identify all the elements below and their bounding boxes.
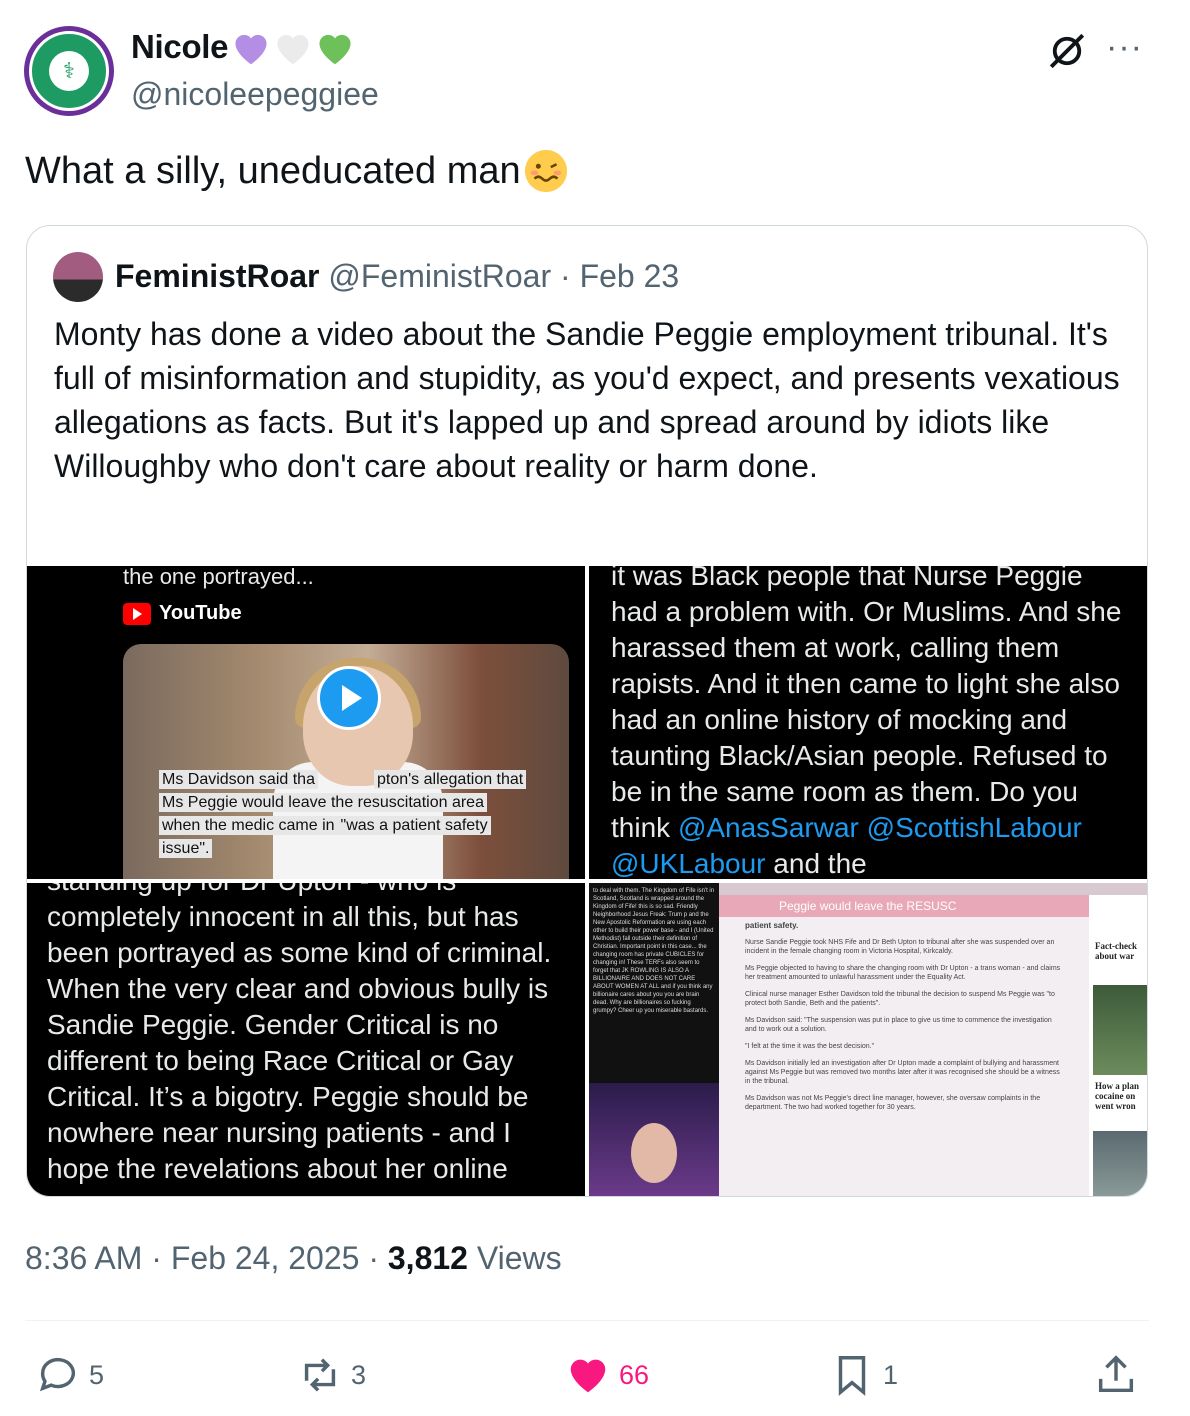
media-grid: the one portrayed... YouTube Ms Davidson… [27, 566, 1147, 1196]
views-count: 3,812 [387, 1240, 468, 1276]
green-heart-icon [319, 34, 351, 65]
tweet-time[interactable]: 8:36 AM [25, 1240, 142, 1276]
caption-line1: Ms Davidson said tha [159, 770, 318, 789]
media-tile-stream-screenshot[interactable]: to deal with them. The Kingdom of Fife i… [589, 883, 1147, 1196]
article-paragraph: Ms Peggie objected to having to share th… [745, 965, 1061, 981]
youtube-source: YouTube [123, 602, 242, 625]
sidebar-image-2 [1093, 1131, 1147, 1196]
quoted-author-avatar[interactable] [53, 252, 103, 302]
article-banner: Peggie would leave the RESUSC [719, 895, 1089, 917]
tweet-timestamp: 8:36 AM · Feb 24, 2025 · 3,812 Views [25, 1240, 562, 1277]
tile2-tail: and the [765, 848, 867, 879]
reply-icon [39, 1357, 76, 1392]
quoted-separator: · [560, 258, 571, 294]
caduceus-icon: ⚕ [49, 51, 89, 91]
article-paragraph: Ms Davidson initially led an investigati… [745, 1060, 1060, 1085]
tweet-body: What a silly, uneducated man [25, 149, 521, 192]
quoted-tweet-header: FeministRoar @FeministRoar · Feb 23 [115, 258, 679, 295]
repost-count: 3 [351, 1359, 367, 1390]
action-bar: 5 3 66 1 [25, 1350, 1149, 1406]
mention-anassarwar: @AnasSarwar [677, 812, 859, 843]
video-caption: Ms Davidson said tha pton's allegation th… [159, 768, 539, 860]
article-paragraph: "I felt at the time it was the best deci… [745, 1043, 875, 1050]
tile2-text: it was Black people that Nurse Peggie ha… [611, 566, 1131, 879]
youtube-icon [123, 602, 151, 625]
quoted-tweet-text: Monty has done a video about the Sandie … [54, 316, 1120, 484]
quoted-date[interactable]: Feb 23 [580, 258, 680, 294]
heart-filled-icon [570, 1359, 606, 1393]
repost-button[interactable]: 3 [297, 1352, 366, 1398]
play-button[interactable] [317, 666, 381, 730]
media-tile-video[interactable]: the one portrayed... YouTube Ms Davidson… [27, 566, 585, 879]
article-paragraphs: Nurse Sandie Peggie took NHS Fife and Dr… [745, 938, 1063, 1112]
browser-tab-strip [719, 883, 1147, 895]
bookmark-button[interactable]: 1 [829, 1352, 898, 1398]
timestamp-separator-2: · [368, 1240, 379, 1276]
tweet-date[interactable]: Feb 24, 2025 [171, 1240, 360, 1276]
media-tile-text-screenshot-1[interactable]: it was Black people that Nurse Peggie ha… [589, 566, 1147, 879]
sidebar-headline-2: How a plan cocaine on went wron [1095, 1081, 1140, 1111]
reply-count: 5 [89, 1359, 105, 1390]
quoted-author-handle[interactable]: @FeministRoar [328, 258, 551, 294]
caption-line2: Ms Peggie would leave the resuscitation … [159, 793, 487, 812]
repost-icon [304, 1358, 336, 1392]
author-display-name[interactable]: Nicole [131, 28, 356, 66]
streamer-face [631, 1123, 677, 1183]
author-name: Nicole [131, 28, 229, 65]
name-emojis [230, 28, 356, 66]
article-paragraph: Ms Davidson was not Ms Peggie's direct l… [745, 1095, 1041, 1111]
article-paragraph: Ms Davidson said: "The suspension was pu… [745, 1017, 1052, 1033]
article-paragraph: Clinical nurse manager Esther Davidson t… [745, 991, 1055, 1007]
caption-line1b: pton's allegation that [373, 770, 527, 789]
avatar-badge: ⚕ [29, 31, 109, 111]
author-handle[interactable]: @nicoleepeggiee [131, 76, 379, 113]
actions-divider [25, 1320, 1149, 1321]
share-icon [1098, 1355, 1134, 1393]
caption-line3b: "was a patient safety [337, 816, 491, 835]
more-icon[interactable]: ··· [1106, 28, 1143, 67]
views-label: Views [476, 1240, 562, 1276]
sidebar-image-1 [1093, 985, 1147, 1075]
tile3-text: standing up for Dr Upton - who is comple… [47, 883, 552, 1184]
sidebar-headline-1: Fact-check about war [1095, 941, 1137, 961]
tweet-text: What a silly, uneducated man [25, 148, 569, 194]
author-avatar[interactable]: ⚕ [24, 26, 114, 116]
article-heading: patient safety. [745, 921, 799, 930]
youtube-label: YouTube [159, 602, 242, 624]
bookmark-icon [838, 1356, 866, 1396]
share-button[interactable] [1093, 1352, 1147, 1398]
caption-line3: when the medic came in [159, 816, 338, 835]
play-icon [341, 685, 362, 711]
like-count: 66 [619, 1359, 650, 1390]
like-button[interactable]: 66 [565, 1352, 649, 1398]
tile2-body: it was Black people that Nurse Peggie ha… [611, 566, 1122, 843]
timestamp-separator-1: · [151, 1240, 162, 1276]
grok-icon[interactable] [1046, 30, 1088, 72]
white-heart-icon [277, 34, 309, 65]
quoted-tweet-card[interactable]: FeministRoar @FeministRoar · Feb 23 Mont… [26, 225, 1148, 1197]
mention-uklabour: @UKLabour [611, 848, 766, 879]
reply-button[interactable]: 5 [35, 1352, 104, 1398]
mention-scottishlabour: @ScottishLabour [866, 812, 1082, 843]
tile1-top-text: the one portrayed... [123, 566, 314, 589]
purple-heart-icon [235, 34, 267, 65]
caption-line4: issue". [159, 839, 213, 858]
article-sidebar: Fact-check about war How a plan cocaine … [1089, 895, 1147, 1196]
media-tile-text-screenshot-2[interactable]: standing up for Dr Upton - who is comple… [27, 883, 585, 1196]
bookmark-count: 1 [883, 1359, 899, 1390]
quoted-author-name[interactable]: FeministRoar [115, 258, 319, 294]
article-paragraph: Nurse Sandie Peggie took NHS Fife and Dr… [745, 939, 1055, 955]
woozy-face-icon [524, 149, 567, 193]
article-snippet: Peggie would leave the RESUSC patient sa… [719, 895, 1089, 1196]
